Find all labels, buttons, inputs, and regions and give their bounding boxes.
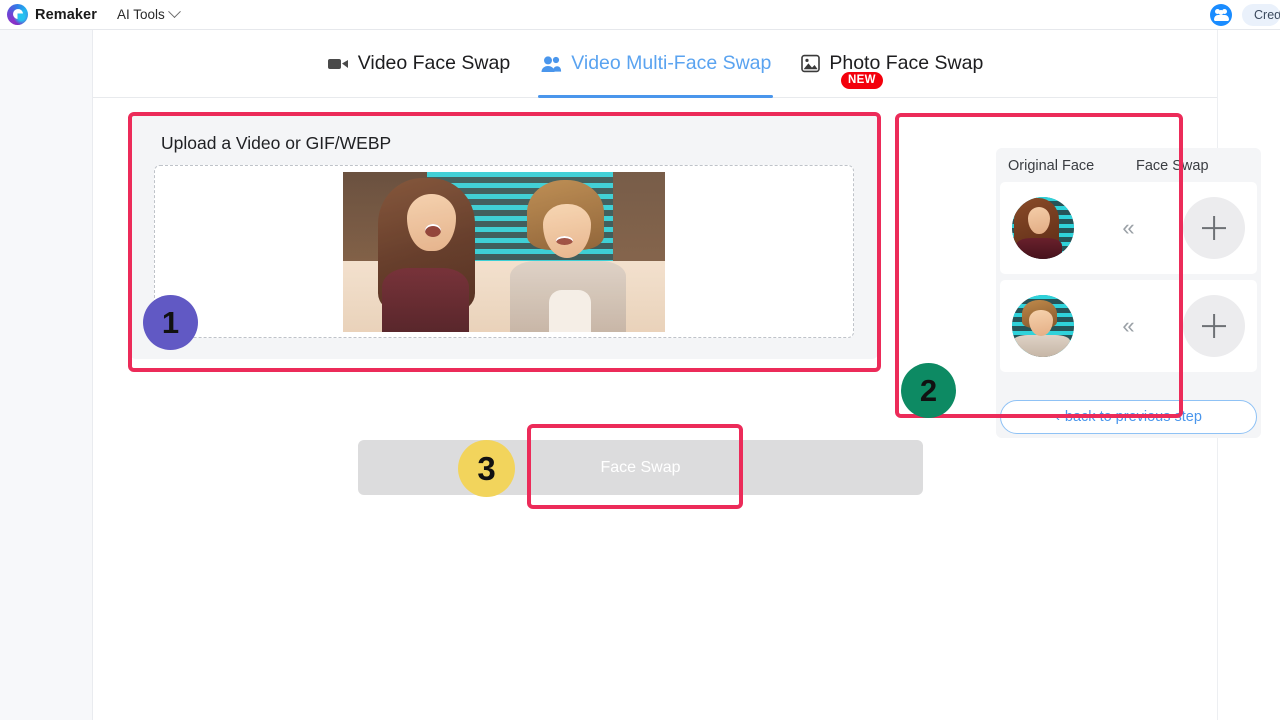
tab-photo-face-swap[interactable]: Photo Face Swap [799,46,985,81]
thumb-body [1015,237,1062,259]
left-gutter [0,30,93,720]
top-bar-right: Cred [1210,3,1280,26]
top-bar: Remaker AI Tools Cred [0,0,1280,30]
annotation-number-1: 1 [143,295,198,350]
face-swap-button[interactable]: Face Swap [358,440,923,495]
back-to-previous-step-button[interactable]: ‹ back to previous step [1000,400,1257,434]
app-window: Remaker AI Tools Cred Video Face Swap Vi… [0,0,1280,720]
new-badge: NEW [841,72,883,89]
detected-face-2-thumbnail[interactable] [1012,295,1074,357]
back-arrow-icon: ‹ [1055,409,1060,425]
active-tab-underline [538,95,774,98]
annotation-number-2: 2 [901,363,956,418]
photo-image-icon [801,54,821,73]
tab-label: Video Multi-Face Swap [571,52,772,74]
back-button-label: back to previous step [1064,409,1202,425]
upload-title: Upload a Video or GIF/WEBP [161,133,392,153]
credits-pill[interactable]: Cred [1242,3,1280,26]
faces-panel: Original Face Face Swap « « ‹ back to pr… [996,148,1261,438]
annotation-number-3: 3 [458,440,515,497]
preview-warm-tone [343,171,665,332]
multi-user-icon [540,55,562,73]
add-swap-face-2-button[interactable] [1183,295,1245,357]
face-row: « [1000,182,1257,274]
face-swap-button-label: Face Swap [600,458,681,476]
double-chevron-left-icon: « [1122,313,1135,338]
video-camera-icon [327,56,349,72]
column-face-swap: Face Swap [1136,158,1209,174]
ai-tools-label: AI Tools [116,7,165,22]
faces-panel-header: Original Face Face Swap [996,148,1261,182]
brand[interactable]: Remaker [0,4,97,25]
tab-video-multi-face-swap[interactable]: Video Multi-Face Swap [538,46,774,98]
double-chevron-left-icon: « [1122,215,1135,240]
detected-face-1-thumbnail[interactable] [1012,197,1074,259]
tab-bar: Video Face Swap Video Multi-Face Swap Ph… [93,30,1217,98]
add-swap-face-1-button[interactable] [1183,197,1245,259]
main-content: Video Face Swap Video Multi-Face Swap Ph… [93,30,1261,720]
uploaded-video-preview[interactable] [343,171,665,332]
remaker-swirl-logo-icon [7,4,28,25]
tab-video-face-swap[interactable]: Video Face Swap [325,46,513,81]
tab-label: Video Face Swap [357,52,511,74]
brand-name: Remaker [35,6,97,23]
face-row: « [1000,280,1257,372]
people-group-icon[interactable] [1210,3,1232,26]
column-original-face: Original Face [1008,158,1095,174]
video-dropzone[interactable] [154,165,854,338]
thumb-body [1013,334,1071,357]
chevron-down-icon [167,5,181,19]
upload-panel: Upload a Video or GIF/WEBP [130,115,878,359]
ai-tools-menu[interactable]: AI Tools [116,5,181,22]
